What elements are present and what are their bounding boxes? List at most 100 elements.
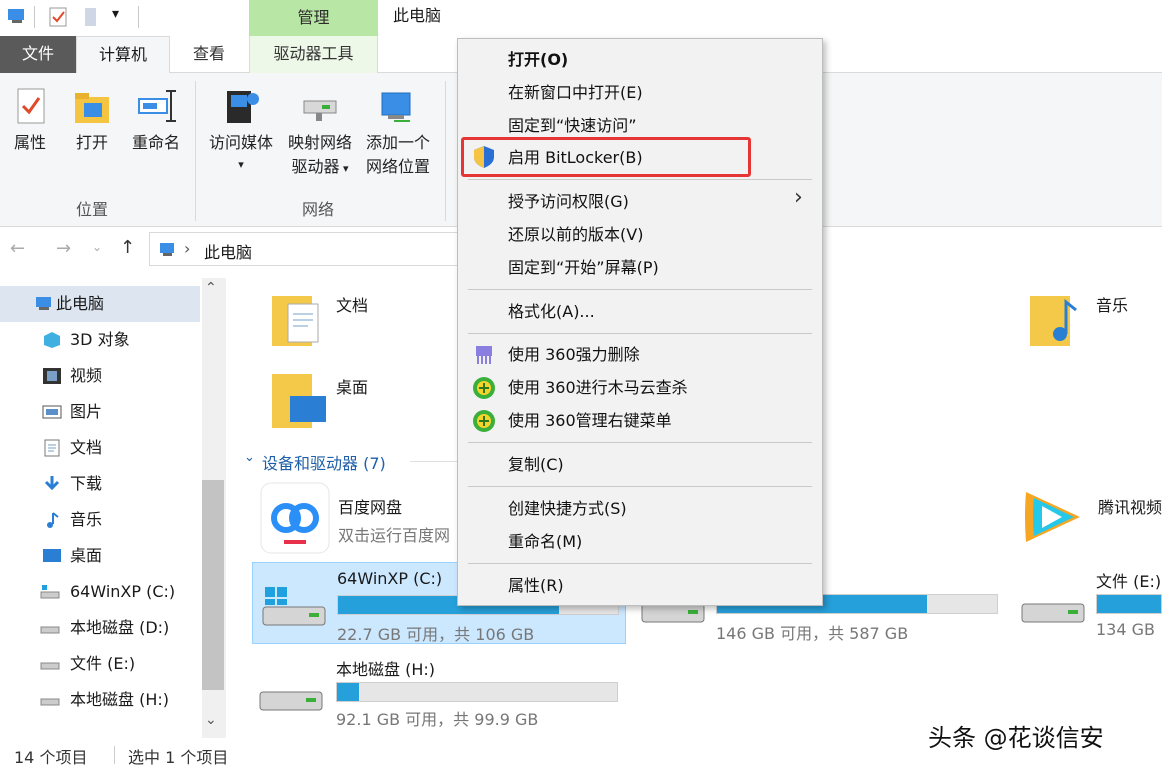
manage-tab[interactable]: 管理 (249, 0, 378, 38)
music-note-icon (47, 512, 59, 528)
divider (138, 6, 139, 28)
drive-icon (40, 698, 60, 706)
drive-e-info: 134 GB (1096, 620, 1155, 639)
menu-item-360-scan[interactable]: 使用 360进行木马云查杀 (508, 373, 688, 403)
rename-button[interactable]: 重命名 (124, 85, 188, 153)
menu-item-copy[interactable]: 复制(C) (508, 450, 564, 480)
tab-drive-tools[interactable]: 驱动器工具 (249, 36, 378, 73)
nav-item-music[interactable]: 音乐 (0, 502, 200, 538)
drive-icon (259, 691, 323, 711)
drive-e-tile[interactable]: 文件 (E:) 134 GB (1016, 562, 1162, 644)
download-arrow-icon (44, 476, 60, 491)
picture-icon (42, 405, 62, 419)
nav-item-drive-h[interactable]: 本地磁盘 (H:) (0, 682, 200, 718)
nav-scrollbar-thumb[interactable] (202, 480, 224, 690)
nav-item-desktop[interactable]: 桌面 (0, 538, 200, 574)
menu-item-restore-versions[interactable]: 还原以前的版本(V) (508, 220, 643, 250)
menu-item-create-shortcut[interactable]: 创建快捷方式(S) (508, 494, 627, 524)
tencent-video[interactable]: 腾讯视频 (1016, 480, 1162, 556)
folder-music[interactable]: 音乐 (1020, 282, 1160, 352)
360-shield-icon (473, 377, 495, 399)
computer-icon (160, 243, 174, 256)
tab-file[interactable]: 文件 (0, 36, 76, 73)
folder-name: 桌面 (336, 378, 369, 397)
nav-label: 文档 (70, 438, 103, 457)
music-folder-icon (1030, 296, 1077, 346)
scroll-down-icon[interactable]: ⌄ (205, 712, 217, 728)
forward-arrow-icon[interactable]: → (56, 238, 71, 259)
nav-item-videos[interactable]: 视频 (0, 358, 200, 394)
drive-icon (1021, 603, 1085, 623)
baidu-netdisk[interactable]: 百度网盘 双击运行百度网 (256, 480, 456, 556)
watermark: 头条 @花谈信安 (928, 724, 1104, 752)
map-drive-button[interactable]: 映射网络 驱动器 ▾ (282, 85, 358, 177)
customize-quick-access-icon[interactable]: ▾ (112, 6, 119, 22)
back-arrow-icon[interactable]: ← (10, 238, 25, 259)
nav-item-pictures[interactable]: 图片 (0, 394, 200, 430)
computer-icon (8, 9, 24, 23)
chevron-right-icon: › (184, 239, 191, 258)
menu-item-open[interactable]: 打开(O) (508, 45, 568, 75)
add-location-label-1: 添加一个 (365, 133, 430, 152)
folder-name: 音乐 (1096, 296, 1129, 315)
menu-separator (468, 563, 812, 564)
tab-computer[interactable]: 计算机 (76, 36, 170, 73)
open-button[interactable]: 打开 (66, 85, 118, 153)
new-folder-icon[interactable] (82, 6, 100, 28)
menu-item-properties[interactable]: 属性(R) (508, 571, 564, 601)
menu-item-give-access[interactable]: 授予访问权限(G) (508, 187, 629, 217)
tab-view[interactable]: 查看 (171, 36, 247, 73)
folder-documents[interactable]: 文档 (262, 282, 442, 352)
shredder-icon (476, 346, 492, 364)
menu-separator (468, 179, 812, 180)
computer-icon (36, 297, 51, 310)
nav-label: 音乐 (70, 510, 103, 529)
nav-item-drive-c[interactable]: 64WinXP (C:) (0, 574, 200, 610)
recent-locations-icon[interactable]: ⌄ (92, 240, 102, 254)
nav-label: 下载 (70, 474, 103, 493)
properties-icon (17, 88, 45, 124)
menu-item-format[interactable]: 格式化(A)... (508, 297, 595, 327)
window-title: 此电脑 (393, 6, 442, 25)
360-shield-icon (473, 410, 495, 432)
nav-label: 文件 (E:) (70, 654, 136, 673)
map-drive-label-2: 驱动器 (291, 157, 340, 176)
cube-icon (44, 332, 60, 348)
nav-item-documents[interactable]: 文档 (0, 430, 200, 466)
desktop-icon (43, 549, 61, 562)
add-location-label-2: 网络位置 (365, 157, 430, 176)
baidu-subtitle: 双击运行百度网 (338, 526, 451, 545)
nav-item-drive-e[interactable]: 文件 (E:) (0, 646, 200, 682)
nav-item-3d-objects[interactable]: 3D 对象 (0, 322, 200, 358)
drive-icon (40, 662, 60, 670)
devices-section-header[interactable]: 设备和驱动器 (7) (262, 450, 386, 474)
folder-desktop[interactable]: 桌面 (262, 364, 442, 434)
menu-item-open-new-window[interactable]: 在新窗口中打开(E) (508, 78, 643, 108)
chevron-down-icon[interactable]: ⌄ (244, 450, 255, 465)
up-arrow-icon[interactable]: ↑ (120, 237, 135, 258)
properties-check-icon[interactable] (48, 6, 70, 28)
nav-item-this-pc[interactable]: 此电脑 (0, 286, 200, 322)
drive-h-info: 92.1 GB 可用，共 99.9 GB (336, 710, 539, 729)
nav-item-drive-d[interactable]: 本地磁盘 (D:) (0, 610, 200, 646)
group-label-location: 位置 (76, 200, 109, 219)
add-network-location-button[interactable]: 添加一个 网络位置 (360, 85, 436, 177)
open-folder-icon (75, 93, 109, 123)
drive-h-usage-bar (336, 682, 618, 702)
drive-icon (40, 626, 60, 634)
menu-item-rename[interactable]: 重命名(M) (508, 527, 582, 557)
drive-c-info: 22.7 GB 可用，共 106 GB (337, 625, 535, 644)
menu-item-360-menu[interactable]: 使用 360管理右键菜单 (508, 406, 672, 436)
scroll-up-icon[interactable]: ⌃ (205, 280, 217, 296)
map-drive-label-1: 映射网络 (287, 133, 352, 152)
windows-drive-icon (40, 585, 60, 599)
access-media-button[interactable]: 访问媒体 ▾ (202, 85, 280, 172)
menu-item-pin-start[interactable]: 固定到“开始”屏幕(P) (508, 253, 659, 283)
address-field[interactable]: › 此电脑 (149, 232, 469, 266)
menu-item-360-delete[interactable]: 使用 360强力删除 (508, 340, 640, 370)
drive-h-tile[interactable]: 本地磁盘 (H:) 92.1 GB 可用，共 99.9 GB (252, 650, 626, 732)
nav-item-downloads[interactable]: 下载 (0, 466, 200, 502)
desktop-folder-icon (272, 374, 326, 428)
usage-fill (337, 683, 360, 701)
properties-button[interactable]: 属性 (6, 85, 54, 153)
